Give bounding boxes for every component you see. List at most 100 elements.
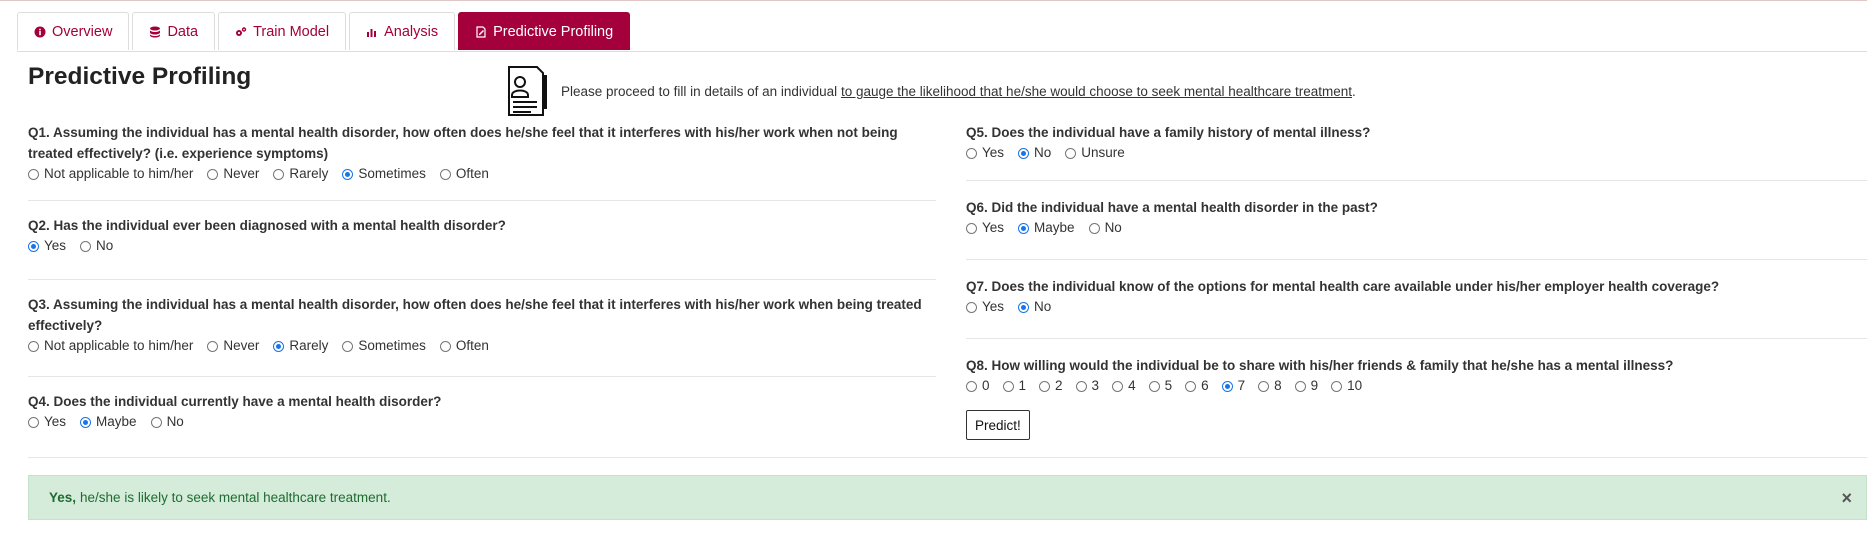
radio-button[interactable] — [1258, 380, 1270, 392]
question-q2: Q2. Has the individual ever been diagnos… — [28, 201, 936, 280]
radio-option[interactable]: 1 — [1002, 376, 1026, 396]
radio-button[interactable] — [80, 416, 92, 428]
radio-option[interactable]: Often — [439, 164, 489, 184]
radio-option-selected[interactable]: Sometimes — [342, 164, 426, 184]
radio-button[interactable] — [966, 380, 977, 392]
radio-button[interactable] — [1018, 147, 1030, 159]
tab-predictive-profiling[interactable]: Predictive Profiling — [458, 12, 631, 50]
radio-button[interactable] — [439, 340, 451, 352]
radio-option[interactable]: No — [1088, 218, 1122, 238]
radio-button[interactable] — [1221, 380, 1233, 392]
radio-option[interactable]: Yes — [28, 412, 66, 432]
question-q1: Q1. Assuming the individual has a mental… — [28, 122, 936, 201]
radio-option[interactable]: Never — [207, 164, 259, 184]
intro-link[interactable]: to gauge the likelihood that he/she woul… — [841, 84, 1352, 99]
radio-button[interactable] — [28, 240, 39, 252]
radio-button[interactable] — [342, 168, 354, 180]
radio-option[interactable]: 3 — [1075, 376, 1099, 396]
radio-button[interactable] — [966, 301, 977, 313]
radio-option[interactable]: No — [80, 236, 113, 256]
radio-group-q7: Yes No — [966, 297, 1867, 317]
radio-button[interactable] — [1088, 222, 1100, 234]
radio-option-selected[interactable]: No — [1018, 297, 1051, 317]
radio-option-selected[interactable]: Maybe — [80, 412, 137, 432]
tab-overview[interactable]: Overview — [17, 12, 130, 50]
radio-button[interactable] — [1018, 301, 1030, 313]
tab-train-model[interactable]: Train Model — [218, 12, 347, 50]
radio-option[interactable]: Not applicable to him/her — [28, 164, 193, 184]
radio-button[interactable] — [342, 340, 354, 352]
radio-option-selected[interactable]: Maybe — [1018, 218, 1075, 238]
radio-button[interactable] — [273, 168, 285, 180]
divider — [28, 457, 1867, 458]
radio-button[interactable] — [273, 340, 285, 352]
result-text: he/she is likely to seek mental healthca… — [80, 490, 391, 505]
close-icon[interactable]: × — [1841, 488, 1852, 509]
radio-option[interactable]: 9 — [1294, 376, 1318, 396]
radio-option[interactable]: Rarely — [273, 164, 328, 184]
radio-option[interactable]: 10 — [1331, 376, 1362, 396]
radio-button[interactable] — [1148, 380, 1160, 392]
intro-text: Please proceed to fill in details of an … — [561, 83, 1356, 99]
radio-button[interactable] — [207, 168, 219, 180]
radio-button[interactable] — [80, 240, 92, 252]
intro: Please proceed to fill in details of an … — [503, 65, 1356, 117]
radio-option[interactable]: Not applicable to him/her — [28, 336, 193, 356]
radio-option[interactable]: 0 — [966, 376, 990, 396]
radio-group-q6: Yes Maybe No — [966, 218, 1867, 238]
radio-option-selected[interactable]: Rarely — [273, 336, 328, 356]
radio-group-q3: Not applicable to him/her Never Rarely S… — [28, 336, 936, 356]
radio-option[interactable]: Sometimes — [342, 336, 426, 356]
radio-button[interactable] — [966, 147, 977, 159]
question-q7: Q7. Does the individual know of the opti… — [966, 260, 1867, 339]
radio-option[interactable]: Never — [207, 336, 259, 356]
radio-option[interactable]: Often — [439, 336, 489, 356]
tab-label: Predictive Profiling — [493, 23, 614, 40]
question-q6: Q6. Did the individual have a mental hea… — [966, 181, 1867, 260]
radio-option[interactable]: Yes — [966, 218, 1004, 238]
radio-button[interactable] — [1294, 380, 1306, 392]
radio-option[interactable]: 5 — [1148, 376, 1172, 396]
radio-button[interactable] — [966, 222, 977, 234]
profile-document-icon — [508, 66, 547, 116]
radio-button[interactable] — [1018, 222, 1030, 234]
radio-option[interactable]: 2 — [1039, 376, 1063, 396]
radio-button[interactable] — [1039, 380, 1051, 392]
gears-icon — [236, 26, 247, 36]
radio-button[interactable] — [207, 340, 219, 352]
radio-option[interactable]: 4 — [1112, 376, 1136, 396]
tab-analysis[interactable]: Analysis — [349, 12, 456, 50]
radio-button[interactable] — [1331, 380, 1343, 392]
radio-button[interactable] — [1002, 380, 1014, 392]
radio-option[interactable]: No — [150, 412, 184, 432]
radio-group-q1: Not applicable to him/her Never Rarely S… — [28, 164, 936, 184]
questions-left: Q1. Assuming the individual has a mental… — [28, 122, 936, 432]
radio-option[interactable]: Yes — [966, 143, 1004, 163]
radio-button[interactable] — [1065, 147, 1077, 159]
radio-option[interactable]: 6 — [1185, 376, 1209, 396]
radio-button[interactable] — [1075, 380, 1087, 392]
question-text: Q5. Does the individual have a family hi… — [966, 125, 1371, 140]
radio-option[interactable]: Unsure — [1065, 143, 1125, 163]
radio-button[interactable] — [28, 340, 39, 352]
info-circle-icon — [34, 26, 46, 37]
tab-bar: Overview Data Train Model Analysis Predi… — [17, 12, 1867, 52]
radio-button[interactable] — [28, 416, 39, 428]
tab-label: Analysis — [384, 23, 439, 40]
database-icon — [150, 26, 161, 37]
radio-button[interactable] — [28, 168, 39, 180]
question-text: Q6. Did the individual have a mental hea… — [966, 200, 1378, 215]
predict-button[interactable]: Predict! — [966, 410, 1030, 440]
tab-data[interactable]: Data — [132, 12, 216, 50]
radio-button[interactable] — [1185, 380, 1197, 392]
radio-button[interactable] — [1112, 380, 1124, 392]
question-q3: Q3. Assuming the individual has a mental… — [28, 280, 936, 377]
radio-button[interactable] — [150, 416, 162, 428]
radio-option-selected[interactable]: Yes — [28, 236, 66, 256]
radio-button[interactable] — [439, 168, 451, 180]
radio-group-q8: 0 1 2 3 4 5 6 7 8 9 10 — [966, 376, 1867, 396]
radio-option-selected[interactable]: 7 — [1221, 376, 1245, 396]
radio-option[interactable]: Yes — [966, 297, 1004, 317]
radio-option[interactable]: 8 — [1258, 376, 1282, 396]
radio-option-selected[interactable]: No — [1018, 143, 1051, 163]
